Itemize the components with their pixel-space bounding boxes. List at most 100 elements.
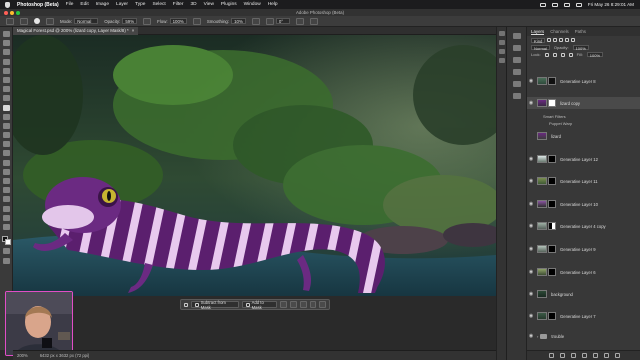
layer-row[interactable]: ◉ Generative Layer 10 [527,198,640,210]
lock-transparent-icon[interactable] [544,52,549,57]
lock-image-icon[interactable] [552,52,557,57]
lasso-tool-icon[interactable] [2,49,10,56]
smart-filters-label[interactable]: Smart Filters [543,114,566,119]
menu-view[interactable]: View [204,2,214,7]
brushes-panel-icon[interactable] [512,81,521,87]
layer-mask-thumbnail[interactable] [548,99,556,107]
tab-channels[interactable]: Channels [550,29,569,34]
layer-row[interactable]: ◉ Generative Layer 9 [527,243,640,255]
layer-mask-thumbnail[interactable] [548,222,556,230]
visibility-eye-icon[interactable]: ◉ [527,313,535,319]
lock-all-icon[interactable] [568,52,573,57]
control-center-icon[interactable] [575,2,582,7]
document-tab[interactable]: Magical Forest.psd @ 200% (lizard copy, … [13,27,139,35]
link-layers-icon[interactable] [548,353,554,358]
lock-position-icon[interactable] [560,52,565,57]
kind-filter-select[interactable]: Kind [531,37,546,44]
clone-stamp-tool-icon[interactable] [2,113,10,120]
opacity-input[interactable]: 59% [122,18,138,24]
battery-icon[interactable] [539,2,546,7]
layer-row[interactable]: ◉ Generative Layer 11 [527,175,640,187]
airbrush-icon[interactable] [192,17,201,25]
layer-mask-thumbnail[interactable] [548,312,556,320]
drag-handle-icon[interactable] [184,302,188,307]
gradients-panel-icon[interactable] [512,57,521,63]
rectangle-tool-icon[interactable] [2,196,10,203]
filter-shape-icon[interactable] [565,38,570,42]
layer-mask-thumbnail[interactable] [548,155,556,163]
invert-mask-icon[interactable] [280,301,288,308]
layer-row[interactable]: ◉ Generative Layer 7 [527,310,640,322]
menu-plugins[interactable]: Plugins [221,2,237,7]
close-bar-icon[interactable] [319,301,327,308]
smoothing-input[interactable]: 10% [231,18,246,24]
delete-layer-icon[interactable] [614,353,620,358]
visibility-eye-icon[interactable]: ◉ [527,269,535,275]
brush-tool-preset-icon[interactable] [20,17,28,25]
pen-tool-icon[interactable] [2,168,10,175]
swatches-panel-icon[interactable] [512,45,521,51]
adjustments-panel-icon[interactable] [498,49,505,54]
app-menu[interactable]: Photoshop (Beta) [17,2,59,8]
menubar-clock[interactable]: Fri May 26 8:29:01 AM [588,2,634,7]
wifi-icon[interactable] [551,2,558,7]
layer-mask-thumbnail[interactable] [548,200,556,208]
menu-layer[interactable]: Layer [116,2,128,7]
menu-image[interactable]: Image [96,2,109,7]
layer-row[interactable]: ◉ Generative Layer 8 [527,75,640,87]
filter-pixel-icon[interactable] [547,38,552,42]
move-tool-icon[interactable] [2,31,10,37]
visibility-icon[interactable] [299,301,307,308]
path-selection-tool-icon[interactable] [2,187,10,194]
blur-tool-icon[interactable] [2,150,10,157]
apple-icon[interactable] [5,1,10,8]
visibility-eye-icon[interactable]: ◉ [527,100,535,106]
visibility-eye-icon[interactable]: ◉ [527,178,535,184]
tab-layers[interactable]: Layers [531,29,545,35]
eraser-tool-icon[interactable] [2,132,10,139]
layer-mask-thumbnail[interactable] [548,245,556,253]
visibility-eye-icon[interactable]: ◉ [527,156,535,162]
group-chevron-icon[interactable]: › [537,334,538,339]
more-options-icon[interactable] [309,301,317,308]
layer-row[interactable]: ◉ Generative Layer 12 [527,153,640,165]
layer-row-selected[interactable]: ◉ lizard copy [527,97,640,109]
background-color-swatch[interactable] [4,239,11,246]
close-tab-icon[interactable]: × [132,27,135,35]
filter-type-icon[interactable] [559,38,564,42]
layer-row[interactable]: ◉ Generative Layer 6 [527,266,640,278]
layer-opacity-input[interactable]: 100% [572,45,589,51]
document-size[interactable]: 6432 px x 3632 px (72 ppi) [40,353,90,358]
visibility-eye-icon[interactable]: ◉ [527,246,535,252]
adjustment-layer-icon[interactable] [581,353,587,358]
hand-tool-icon[interactable] [2,205,10,212]
marquee-tool-icon[interactable] [2,40,10,47]
pressure-size-icon[interactable] [295,17,304,25]
add-to-mask-button[interactable]: Add to Mask [241,300,278,310]
layer-mask-thumbnail[interactable] [548,77,556,85]
quick-mask-icon[interactable] [2,248,10,255]
symmetry-icon[interactable] [309,17,318,25]
properties-panel-icon[interactable] [498,40,505,45]
styles-panel-icon[interactable] [512,93,521,99]
filter-smart-object-icon[interactable] [571,38,576,42]
layer-style-icon[interactable] [559,353,565,358]
flow-input[interactable]: 100% [169,18,187,24]
more-tools-icon[interactable] [2,223,10,230]
new-layer-icon[interactable] [603,353,609,358]
search-icon[interactable] [563,2,570,7]
subtract-from-mask-button[interactable]: Subtract from Mask [190,300,239,310]
puppet-warp-label[interactable]: Puppet Warp [549,121,572,126]
color-panel-icon[interactable] [512,33,521,39]
menu-3d[interactable]: 3D [190,2,196,7]
layer-row[interactable]: ◉ background [527,288,640,300]
menu-window[interactable]: Window [244,2,261,7]
layer-mask-thumbnail[interactable] [548,177,556,185]
history-brush-tool-icon[interactable] [2,122,10,129]
color-swatches[interactable] [1,236,11,246]
pressure-opacity-icon[interactable] [143,17,152,25]
zoom-tool-icon[interactable] [2,214,10,221]
object-selection-tool-icon[interactable] [2,58,10,65]
menu-file[interactable]: File [66,2,74,7]
smoothing-settings-icon[interactable] [251,17,260,25]
